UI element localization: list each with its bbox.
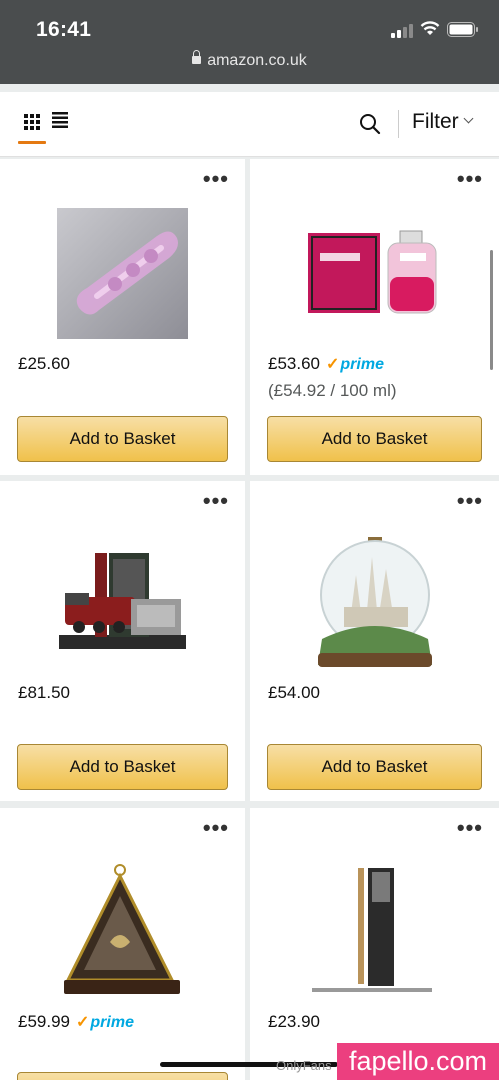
prime-badge: ✓prime (76, 1012, 134, 1032)
product-card[interactable]: ••• £81.50 Add to Basket (0, 481, 245, 801)
price-value: £53.60 (268, 354, 320, 373)
battery-icon (447, 22, 478, 37)
more-options-icon[interactable]: ••• (457, 168, 483, 190)
product-card[interactable]: ••• £59.99 ✓prime (0, 808, 245, 1080)
perfume-image[interactable] (308, 229, 444, 317)
product-price: £23.90 (268, 1012, 320, 1031)
cellular-signal-icon (391, 24, 413, 38)
add-to-basket-button[interactable] (17, 1072, 228, 1080)
wand-box-image[interactable] (306, 866, 438, 998)
prime-label: prime (340, 356, 384, 373)
more-options-icon[interactable]: ••• (203, 817, 229, 839)
grid-view-icon (24, 114, 40, 130)
chevron-down-icon (463, 113, 474, 124)
lock-icon (192, 50, 202, 64)
more-options-icon[interactable]: ••• (203, 168, 229, 190)
scrollbar[interactable] (490, 250, 493, 370)
add-to-basket-button[interactable]: Add to Basket (267, 744, 482, 790)
product-price: £25.60 (18, 354, 70, 373)
triangle-pendant-display-image[interactable] (62, 862, 184, 996)
train-bookend-image[interactable] (57, 549, 188, 653)
prime-label: prime (90, 1014, 134, 1031)
prime-badge: ✓prime (326, 354, 384, 374)
product-price: £59.99 ✓prime (18, 1012, 134, 1032)
add-to-basket-button[interactable]: Add to Basket (17, 744, 228, 790)
prime-check-icon: ✓ (326, 356, 340, 373)
toolbar-divider (398, 110, 399, 138)
product-price: £54.00 (268, 683, 320, 702)
address-bar[interactable]: amazon.co.uk (0, 50, 499, 70)
grid-view-toggle[interactable] (18, 104, 46, 144)
product-card[interactable]: ••• £54.00 Add to Basket (250, 481, 499, 801)
wifi-icon (420, 21, 440, 35)
url-text: amazon.co.uk (207, 52, 307, 69)
product-price: £81.50 (18, 683, 70, 702)
add-to-basket-button[interactable]: Add to Basket (17, 416, 228, 462)
product-card[interactable]: ••• £23.90 (250, 808, 499, 1080)
product-card[interactable]: ••• £25.60 Add to Basket (0, 159, 245, 475)
unit-price: (£54.92 / 100 ml) (268, 381, 397, 400)
more-options-icon[interactable]: ••• (457, 817, 483, 839)
search-icon[interactable] (358, 112, 382, 136)
price-value: £59.99 (18, 1012, 70, 1031)
product-price: £53.60 ✓prime (268, 354, 384, 374)
add-to-basket-button[interactable]: Add to Basket (267, 416, 482, 462)
more-options-icon[interactable]: ••• (203, 490, 229, 512)
castle-snow-globe-image[interactable] (316, 535, 436, 669)
list-view-icon[interactable] (52, 112, 68, 128)
watermark-small: OnlyFans (276, 1058, 332, 1073)
status-bar: 16:41 amazon.co.uk (0, 0, 499, 84)
clock: 16:41 (36, 18, 92, 41)
watermark-brand: fapello.com (337, 1043, 499, 1080)
more-options-icon[interactable]: ••• (457, 490, 483, 512)
filter-label: Filter (412, 110, 459, 133)
prime-check-icon: ✓ (76, 1014, 90, 1031)
active-view-underline (18, 141, 46, 144)
results-toolbar: Filter (0, 92, 499, 157)
filter-button[interactable]: Filter (412, 110, 474, 134)
glass-toy-image[interactable] (57, 208, 188, 339)
product-card[interactable]: ••• £53.60 ✓prime (£54.92 / 100 ml) Add t… (250, 159, 499, 475)
